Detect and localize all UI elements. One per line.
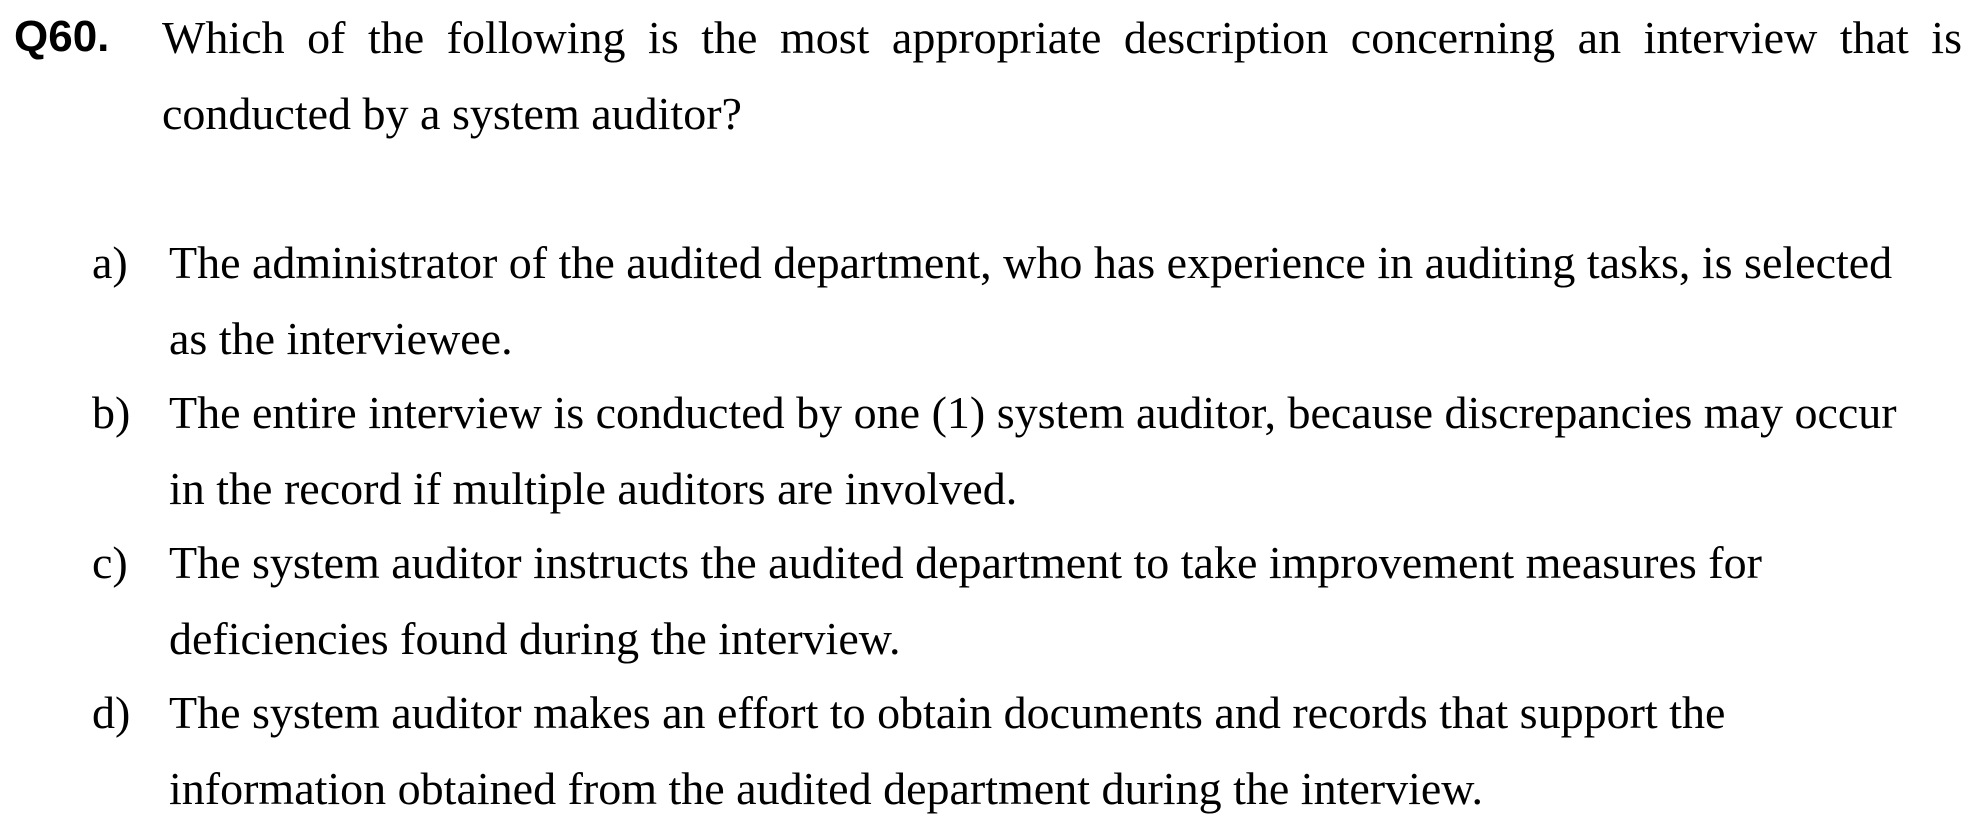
option-text: The system auditor instructs the audited… [169, 537, 1762, 664]
question-number: Q60. [14, 12, 110, 61]
option-letter: b) [92, 387, 131, 438]
question-text: Which of the following is the most appro… [162, 12, 1962, 139]
answer-options: a) The administrator of the audited depa… [0, 225, 1967, 825]
option-c: c) The system auditor instructs the audi… [0, 525, 1967, 675]
option-b: b) The entire interview is conducted by … [0, 375, 1967, 525]
option-letter: a) [92, 237, 128, 288]
option-letter: d) [92, 687, 131, 738]
option-text: The entire interview is conducted by one… [169, 387, 1897, 514]
question-page: Q60. Which of the following is the most … [0, 0, 1967, 829]
option-a: a) The administrator of the audited depa… [0, 225, 1967, 375]
option-letter: c) [92, 537, 128, 588]
option-text: The system auditor makes an effort to ob… [169, 687, 1726, 814]
option-text: The administrator of the audited departm… [169, 237, 1893, 364]
option-d: d) The system auditor makes an effort to… [0, 675, 1967, 825]
